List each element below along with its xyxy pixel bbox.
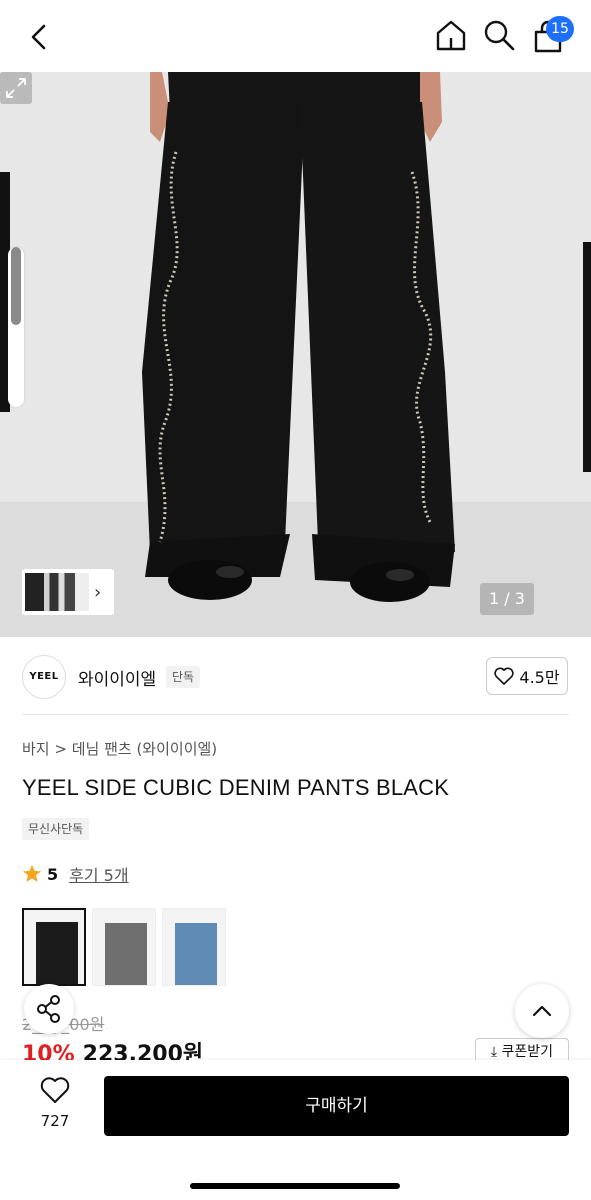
- product-image-gallery[interactable]: › 1 / 3: [0, 72, 591, 637]
- expand-icon[interactable]: [0, 72, 32, 104]
- variant-blue[interactable]: [162, 908, 226, 986]
- buy-button[interactable]: 구매하기: [104, 1076, 569, 1136]
- heart-icon: [494, 667, 515, 685]
- home-indicator: [190, 1183, 400, 1189]
- cart-count-badge: 15: [546, 16, 574, 42]
- exclusive-tag: 무신사단독: [22, 818, 90, 840]
- coupon-label: 쿠폰받기: [501, 1044, 554, 1060]
- variant-black[interactable]: [22, 908, 86, 986]
- back-icon[interactable]: [22, 20, 56, 54]
- breadcrumb[interactable]: 바지 > 데님 팬츠 (와이이이엘): [22, 738, 217, 759]
- bottom-action-bar: 727 구매하기: [0, 1060, 591, 1200]
- review-link[interactable]: 후기 5개: [69, 862, 128, 886]
- top-bar: 15: [0, 0, 591, 72]
- wishlist-count: 727: [40, 1112, 70, 1130]
- product-title: YEEL SIDE CUBIC DENIM PANTS BLACK: [22, 775, 450, 800]
- search-icon[interactable]: [482, 18, 516, 52]
- chevron-right-icon[interactable]: ›: [94, 582, 101, 603]
- star-icon: [23, 865, 41, 882]
- price-row: 10% 223,200원: [22, 1036, 203, 1062]
- divider: [22, 714, 569, 715]
- brand-row: YEEL 와이이이엘 단독 4.5만: [0, 637, 591, 715]
- brand-name[interactable]: 와이이이엘: [78, 665, 156, 690]
- brand-like-count: 4.5만: [519, 668, 560, 687]
- share-button[interactable]: [24, 984, 74, 1034]
- thumbnail-preview[interactable]: [25, 573, 89, 611]
- scroll-indicator[interactable]: [8, 247, 24, 407]
- scroll-top-button[interactable]: [515, 984, 569, 1038]
- scroll-thumb[interactable]: [11, 247, 21, 325]
- sale-price: 223,200원: [82, 1042, 204, 1062]
- thumbnail-strip[interactable]: ›: [22, 569, 114, 615]
- brand-like-button[interactable]: 4.5만: [486, 657, 568, 695]
- rating-row[interactable]: 5 후기 5개: [22, 862, 129, 886]
- product-photo: [0, 72, 591, 637]
- exclusive-badge: 단독: [166, 666, 201, 688]
- home-icon[interactable]: [434, 18, 468, 52]
- discount-rate: 10%: [22, 1042, 75, 1062]
- heart-icon: [40, 1077, 70, 1103]
- color-variants: [22, 908, 226, 986]
- variant-grey[interactable]: [92, 908, 156, 986]
- rating-score: 5: [47, 864, 59, 884]
- wishlist-button[interactable]: 727: [28, 1076, 82, 1130]
- share-icon: [37, 995, 60, 1023]
- brand-logo[interactable]: YEEL: [22, 655, 66, 699]
- image-counter: 1 / 3: [480, 583, 534, 615]
- chevron-up-icon: [532, 1005, 552, 1017]
